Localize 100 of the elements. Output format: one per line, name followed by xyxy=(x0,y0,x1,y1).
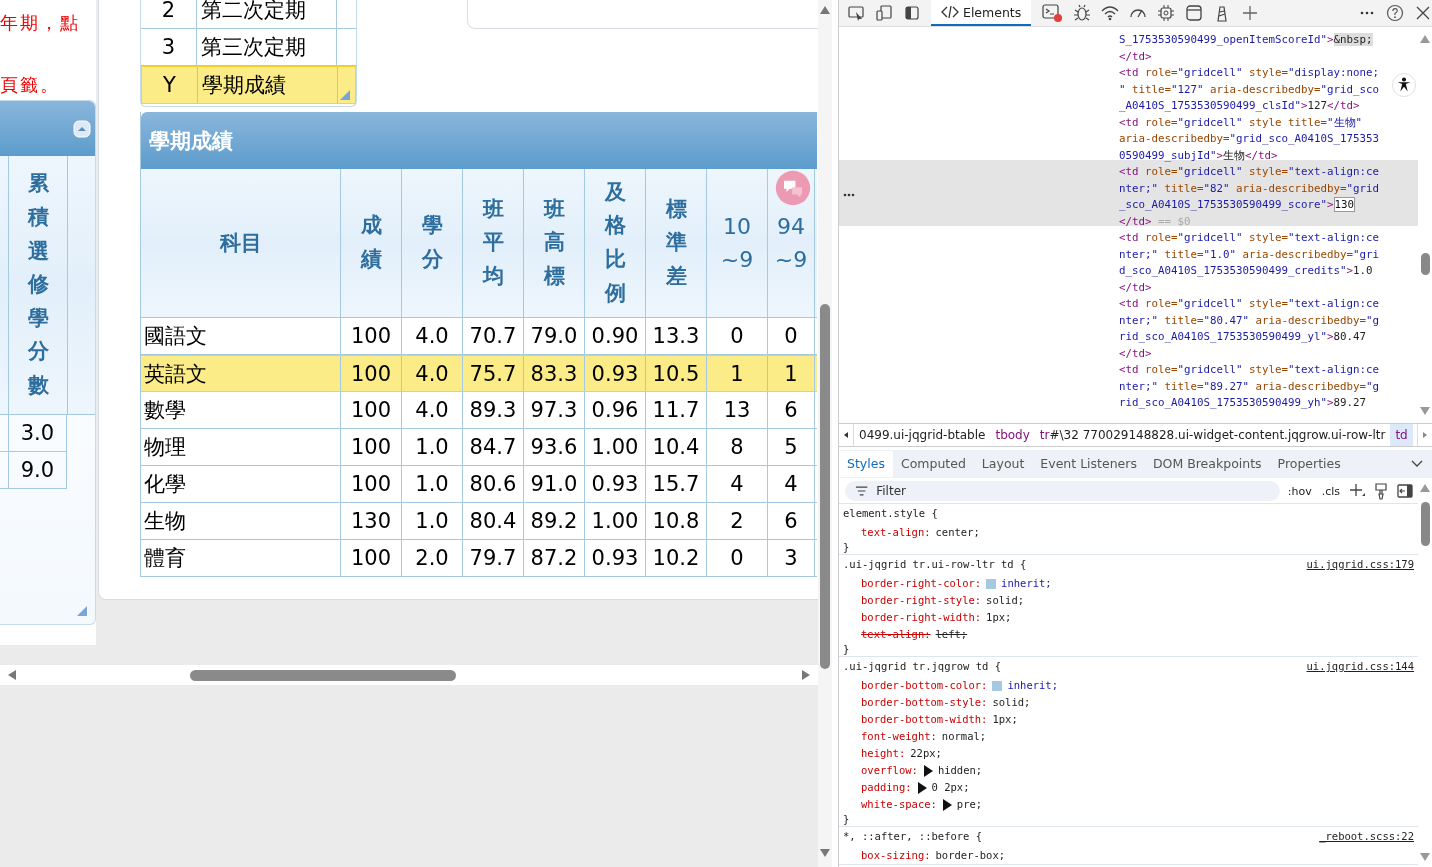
bug-icon[interactable] xyxy=(1073,4,1092,22)
filter-field[interactable]: Filter xyxy=(845,481,1280,501)
code-line[interactable]: <td role="gridcell" style="text-align:ce xyxy=(839,226,1418,243)
source-link[interactable]: ui.jqgrid.css:179 xyxy=(1306,556,1414,573)
vertical-scrollbar[interactable] xyxy=(818,0,832,867)
css-property[interactable]: text-align: xyxy=(861,626,931,643)
code-line[interactable]: " title="127" aria-describedby="grid_sco xyxy=(839,77,1418,94)
css-value[interactable]: inherit; xyxy=(1007,677,1058,694)
css-property[interactable]: height: xyxy=(861,745,906,762)
code-line[interactable]: d_sco_A0410S_1753530590499_credits">1.0 xyxy=(839,259,1418,276)
code-line[interactable]: aria-describedby="grid_sco_A0410S_175353 xyxy=(839,127,1418,144)
panel-tab[interactable]: Event Listeners xyxy=(1032,451,1145,477)
color-swatch[interactable] xyxy=(992,680,1003,691)
close-icon[interactable] xyxy=(1414,4,1432,22)
breadcrumb-item[interactable]: tbody xyxy=(990,424,1035,446)
expand-icon[interactable] xyxy=(941,798,952,811)
table-cell[interactable]: 學期成績 xyxy=(198,67,338,103)
console-icon[interactable] xyxy=(1041,3,1064,23)
sidebar-icon[interactable] xyxy=(903,4,921,22)
code-line[interactable]: nter;" title="1.0" aria-describedby="gri xyxy=(839,242,1418,259)
code-line[interactable]: nter;" title="89.27" aria-describedby="g xyxy=(839,374,1418,391)
toggle-button[interactable]: .cls xyxy=(1319,484,1342,498)
panel-tab[interactable]: Layout xyxy=(973,451,1033,477)
column-header[interactable]: 94 ~9 xyxy=(774,210,808,276)
column-header[interactable]: 及格比例 xyxy=(604,175,626,311)
panel-tab[interactable]: Properties xyxy=(1269,451,1349,477)
css-value[interactable]: 1px; xyxy=(992,711,1018,728)
accessibility-icon[interactable] xyxy=(1392,73,1416,97)
css-property[interactable]: text-align: xyxy=(861,524,931,541)
resize-grip-icon[interactable] xyxy=(340,90,350,100)
css-property[interactable]: border-bottom-width: xyxy=(861,711,988,728)
panel-toggle-icon[interactable] xyxy=(1396,482,1414,500)
column-header[interactable]: 學分 xyxy=(421,209,443,277)
expand-icon[interactable] xyxy=(916,781,927,794)
table-cell[interactable]: 第三次定期 xyxy=(197,29,337,65)
resize-grip-icon[interactable] xyxy=(77,606,87,616)
column-header[interactable]: 科目 xyxy=(219,229,262,257)
expand-icon[interactable] xyxy=(922,764,933,777)
css-property[interactable]: border-right-width: xyxy=(861,609,982,626)
scroll-right-icon[interactable] xyxy=(802,670,810,680)
help-icon[interactable] xyxy=(1386,4,1404,22)
code-line[interactable]: <td role="gridcell" style title="生物" xyxy=(839,110,1418,127)
css-property[interactable]: box-sizing: xyxy=(861,847,931,864)
code-line[interactable]: <td role="gridcell" style="text-align:ce xyxy=(839,292,1418,309)
brush-icon[interactable] xyxy=(1372,482,1390,500)
device-icon[interactable] xyxy=(875,4,893,22)
horizontal-scrollbar[interactable] xyxy=(0,665,818,685)
code-line[interactable]: <td role="gridcell" style="display:none; xyxy=(839,61,1418,78)
color-swatch[interactable] xyxy=(986,578,997,589)
scrollbar-thumb[interactable] xyxy=(1420,253,1430,275)
css-value[interactable]: pre; xyxy=(956,796,983,813)
table-cell[interactable]: Y xyxy=(142,67,198,103)
css-property[interactable]: white-space: xyxy=(861,796,937,813)
css-value[interactable]: solid; xyxy=(992,694,1031,711)
code-line[interactable]: </td> xyxy=(839,275,1418,292)
source-link[interactable]: _reboot.scss:22 xyxy=(1319,828,1414,845)
toggle-button[interactable]: :hov xyxy=(1285,484,1314,498)
scrollbar-thumb[interactable] xyxy=(1420,502,1430,546)
code-line[interactable]: rid_sco_A0410S_1753530590499_yh">89.27 xyxy=(839,391,1418,408)
scroll-down-icon[interactable] xyxy=(1420,853,1430,861)
filter-input[interactable]: Filter xyxy=(874,483,1280,499)
code-line[interactable]: <td role="gridcell" style="text-align:ce xyxy=(839,358,1418,375)
elements-tab[interactable]: Elements xyxy=(931,0,1032,26)
css-value[interactable]: 22px; xyxy=(910,745,942,762)
table-cell[interactable]: 2 xyxy=(141,0,197,28)
css-property[interactable]: border-bottom-style: xyxy=(861,694,988,711)
wifi-icon[interactable] xyxy=(1101,4,1120,22)
css-value[interactable]: 1px; xyxy=(986,609,1012,626)
scroll-up-icon[interactable] xyxy=(1420,484,1430,492)
css-value[interactable]: center; xyxy=(935,524,980,541)
css-property[interactable]: padding: xyxy=(861,779,912,796)
column-header[interactable]: 班高標 xyxy=(543,192,565,294)
code-line[interactable]: rid_sco_A0410S_1753530590499_yl">80.47 xyxy=(839,325,1418,342)
add-icon[interactable] xyxy=(1241,4,1260,22)
css-property[interactable]: font-weight: xyxy=(861,728,937,745)
source-link[interactable]: ui.jqgrid.css:144 xyxy=(1306,658,1414,675)
css-property[interactable]: border-right-color: xyxy=(861,575,982,592)
scroll-down-icon[interactable] xyxy=(1420,407,1430,415)
breadcrumb-item[interactable]: 0499.ui-jqgrid-btable xyxy=(854,424,991,446)
css-value[interactable]: 0 2px; xyxy=(931,779,970,796)
window-icon[interactable] xyxy=(1185,4,1204,22)
column-header[interactable]: 標準差 xyxy=(665,192,687,294)
code-line[interactable]: S_1753530590499_openItemScoreId">&nbsp; xyxy=(839,28,1418,45)
css-value[interactable]: hidden; xyxy=(937,762,983,779)
chevron-down-icon[interactable] xyxy=(1410,459,1424,469)
scroll-down-icon[interactable] xyxy=(820,849,830,857)
css-value[interactable]: solid; xyxy=(986,592,1025,609)
scroll-up-icon[interactable] xyxy=(1420,35,1430,43)
table-cell[interactable]: 第二次定期 xyxy=(197,0,337,28)
css-value[interactable]: left; xyxy=(935,626,968,643)
breadcrumb-item[interactable]: tr#\32 770029148828.ui-widget-content.jqgrow.ui-row-ltr xyxy=(1034,424,1391,446)
css-value[interactable]: inherit; xyxy=(1001,575,1052,592)
column-header[interactable]: 10 ~9 xyxy=(720,210,754,276)
css-property[interactable]: border-right-style: xyxy=(861,592,982,609)
chip-icon[interactable] xyxy=(1157,4,1176,22)
panel-tab[interactable]: Styles xyxy=(839,451,893,477)
panel-tab[interactable]: Computed xyxy=(892,451,974,477)
collapse-icon[interactable] xyxy=(73,119,91,138)
more-icon[interactable] xyxy=(843,193,855,197)
column-header[interactable]: 班平均 xyxy=(482,192,504,294)
